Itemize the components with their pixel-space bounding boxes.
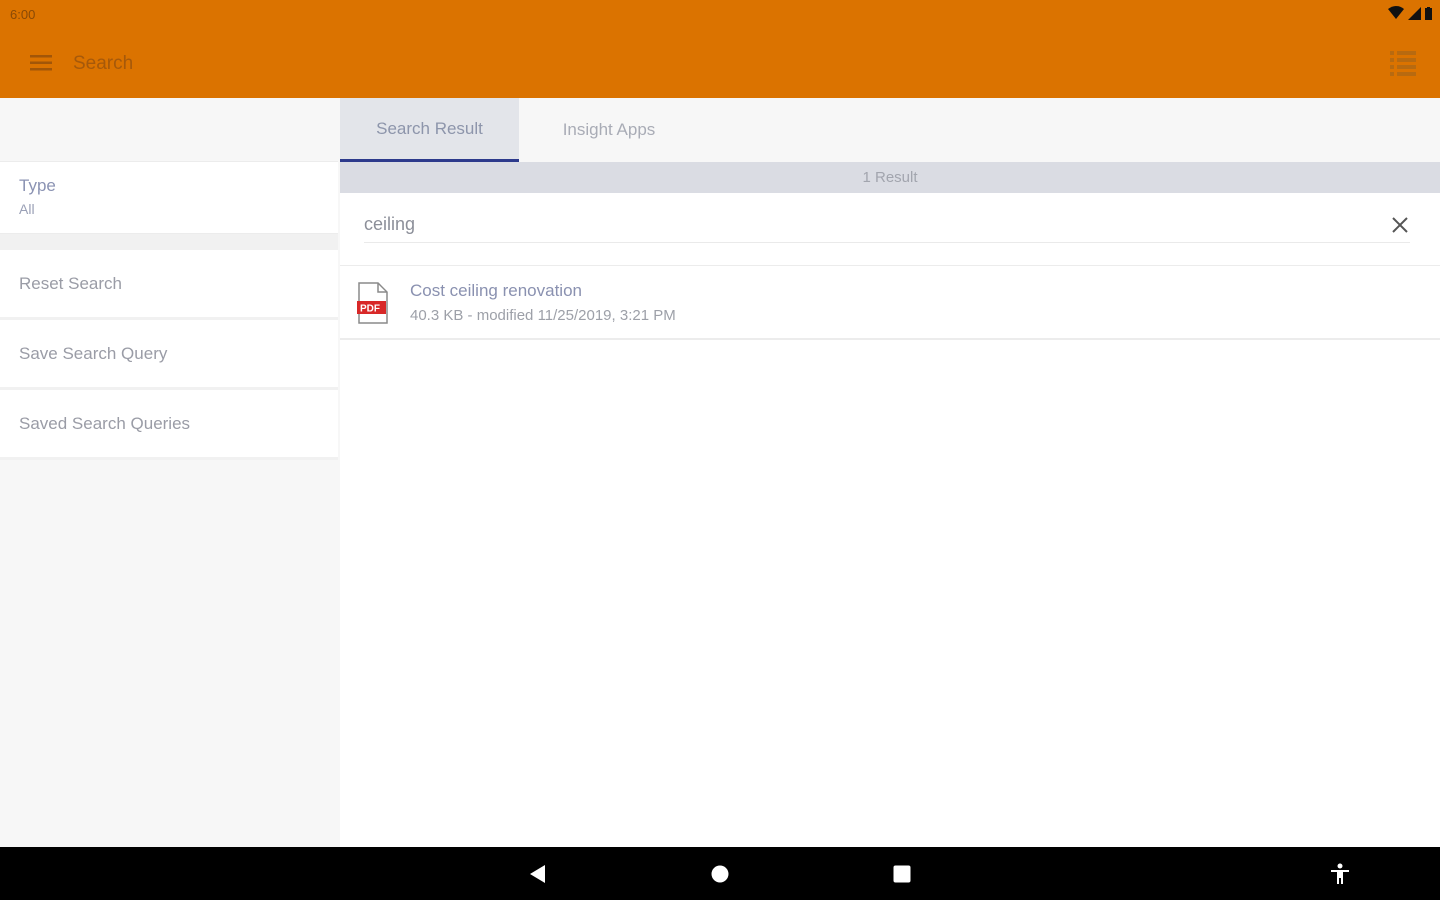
list-view-icon (1390, 51, 1416, 76)
search-box (340, 193, 1440, 266)
pdf-file-icon: PDF (357, 282, 388, 324)
result-row[interactable]: PDF Cost ceiling renovation 40.3 KB - mo… (340, 266, 1440, 340)
list-view-button[interactable] (1386, 46, 1420, 80)
menu-button[interactable] (22, 44, 60, 82)
tab-bar: Search Result Insight Apps (340, 98, 1440, 162)
close-icon (1392, 217, 1408, 233)
accessibility-icon (1331, 863, 1349, 884)
signal-icon (1408, 6, 1421, 20)
clear-search-button[interactable] (1388, 213, 1412, 237)
tab-search-result[interactable]: Search Result (340, 98, 519, 162)
type-filter-value: All (19, 201, 35, 217)
result-title: Cost ceiling renovation (410, 281, 582, 300)
save-search-query-button[interactable]: Save Search Query (0, 320, 338, 390)
home-icon (711, 865, 729, 883)
filter-sidebar: Type All Reset Search Save Search Query … (0, 98, 338, 847)
page-title: Search (73, 53, 134, 74)
sidebar-header (0, 98, 338, 162)
battery-icon (1425, 6, 1432, 20)
reset-search-button[interactable]: Reset Search (0, 250, 338, 320)
wifi-icon (1388, 6, 1404, 19)
back-button[interactable] (523, 859, 553, 889)
status-time: 6:00 (10, 7, 36, 22)
back-icon (530, 865, 545, 883)
result-meta: 40.3 KB - modified 11/25/2019, 3:21 PM (410, 307, 676, 324)
saved-search-queries-button[interactable]: Saved Search Queries (0, 390, 338, 460)
accessibility-button[interactable] (1325, 859, 1355, 889)
main-content: Search Result Insight Apps 1 Result PDF … (340, 98, 1440, 847)
recents-button[interactable] (887, 859, 917, 889)
app-bar: 6:00 Search (0, 0, 1440, 98)
sidebar-divider (0, 234, 338, 250)
type-filter-label: Type (19, 176, 56, 195)
recents-icon (893, 865, 911, 883)
home-button[interactable] (705, 859, 735, 889)
tab-insight-apps[interactable]: Insight Apps (519, 98, 699, 162)
status-icons (1388, 6, 1432, 20)
svg-text:PDF: PDF (360, 304, 380, 315)
search-input[interactable] (364, 207, 1410, 243)
type-filter[interactable]: Type All (0, 162, 338, 234)
result-count: 1 Result (340, 162, 1440, 193)
system-nav-bar (0, 847, 1440, 900)
hamburger-icon (30, 55, 52, 71)
